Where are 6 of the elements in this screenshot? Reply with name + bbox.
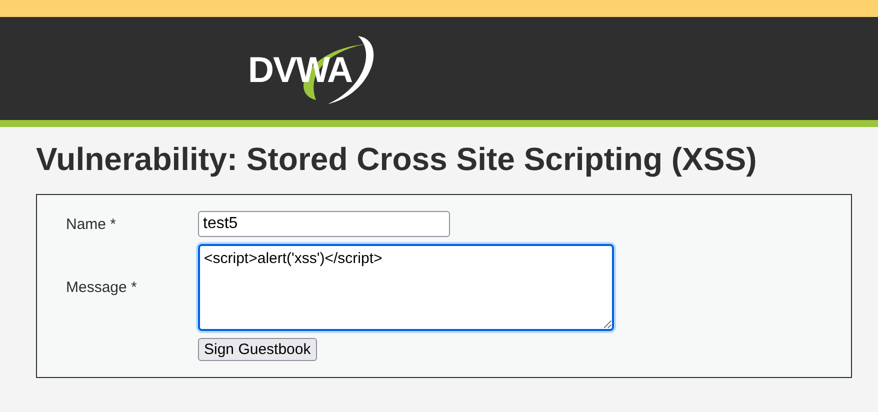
sign-guestbook-button[interactable]: Sign Guestbook <box>198 338 317 361</box>
page-title: Vulnerability: Stored Cross Site Scripting (XSS) <box>36 141 758 178</box>
field-label: Message * <box>66 279 138 296</box>
field-label: Name * <box>66 216 118 232</box>
name-field[interactable]: test5 <box>198 211 450 237</box>
message-field[interactable]: <script>alert('xss')</script> <box>198 244 614 331</box>
